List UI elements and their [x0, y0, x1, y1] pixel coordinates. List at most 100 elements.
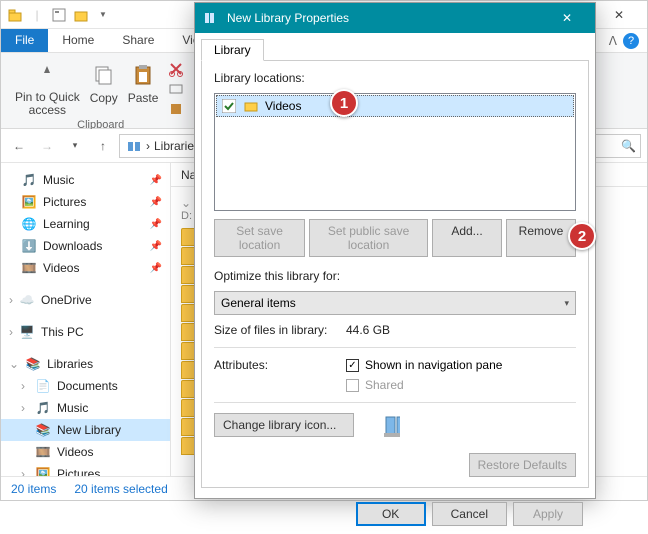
nav-item-pictures[interactable]: 🖼️Pictures📌 — [1, 191, 170, 213]
tab-home[interactable]: Home — [48, 29, 108, 52]
chevron-down-icon: ▾ — [564, 298, 569, 309]
checkbox-checked-icon: ✓ — [346, 359, 359, 372]
ribbon-collapse-icon[interactable]: ᐱ — [609, 34, 617, 48]
attributes-label: Attributes: — [214, 358, 334, 372]
cut-icon[interactable] — [168, 61, 186, 79]
nav-item-documents[interactable]: ›📄Documents — [1, 375, 170, 397]
nav-item-videos-lib[interactable]: 🎞️Videos — [1, 441, 170, 463]
pin-to-quick-access-button[interactable]: Pin to Quickaccess — [15, 61, 80, 117]
paste-icon — [129, 61, 157, 89]
dialog-tabs: Library — [195, 33, 595, 61]
pin-icon: 📌 — [150, 263, 162, 274]
change-library-icon-button[interactable]: Change library icon... — [214, 413, 354, 437]
nav-item-downloads[interactable]: ⬇️Downloads📌 — [1, 235, 170, 257]
location-name: Videos — [265, 99, 301, 113]
nav-item-videos[interactable]: 🎞️Videos📌 — [1, 257, 170, 279]
documents-icon: 📄 — [35, 378, 51, 394]
help-icon[interactable]: ? — [623, 33, 639, 49]
app-icon — [7, 7, 23, 23]
optimize-value: General items — [221, 296, 296, 310]
chevron-down-icon: ⌄ — [9, 357, 19, 371]
qat-newfolder-icon[interactable] — [73, 7, 89, 23]
qat-properties-icon[interactable] — [51, 7, 67, 23]
dialog-title-bar[interactable]: New Library Properties ✕ — [195, 3, 595, 33]
chevron-right-icon: › — [9, 325, 13, 339]
dialog-close-button[interactable]: ✕ — [547, 3, 587, 33]
libraries-icon — [126, 138, 142, 154]
downloads-icon: ⬇️ — [21, 238, 37, 254]
annotation-badge-2: 2 — [568, 222, 596, 250]
library-icon — [203, 10, 219, 26]
locations-label: Library locations: — [214, 71, 576, 85]
music-icon: 🎵 — [35, 400, 51, 416]
nav-item-new-library[interactable]: 📚New Library — [1, 419, 170, 441]
qat-separator: | — [29, 7, 45, 23]
nav-item-onedrive[interactable]: ›☁️OneDrive — [1, 289, 170, 311]
paste-shortcut-icon[interactable] — [168, 101, 186, 119]
tab-file[interactable]: File — [1, 29, 48, 52]
optimize-select[interactable]: General items ▾ — [214, 291, 576, 315]
copy-button[interactable]: Copy — [90, 61, 118, 105]
apply-button[interactable]: Apply — [513, 502, 583, 526]
libraries-icon: 📚 — [25, 356, 41, 372]
nav-item-libraries[interactable]: ⌄📚Libraries — [1, 353, 170, 375]
shown-in-nav-checkbox[interactable]: ✓Shown in navigation pane — [346, 358, 502, 372]
shared-checkbox[interactable]: Shared — [346, 378, 502, 392]
nav-item-music[interactable]: 🎵Music📌 — [1, 169, 170, 191]
nav-back-button[interactable]: ← — [7, 134, 31, 158]
pin-icon: 📌 — [150, 219, 162, 230]
search-box[interactable]: 🔍 — [591, 134, 641, 158]
nav-up-button[interactable]: ↑ — [91, 134, 115, 158]
check-icon — [221, 98, 237, 114]
navigation-pane: 🎵Music📌 🖼️Pictures📌 🌐Learning📌 ⬇️Downloa… — [1, 163, 171, 476]
restore-defaults-button[interactable]: Restore Defaults — [469, 453, 576, 477]
nav-recent-button[interactable]: ▾ — [63, 134, 87, 158]
folder-icon: 🌐 — [21, 216, 37, 232]
music-icon: 🎵 — [21, 172, 37, 188]
library-locations-list[interactable]: Videos — [214, 93, 576, 211]
location-buttons: Set save location Set public save locati… — [214, 219, 576, 257]
pin-icon: 📌 — [150, 241, 162, 252]
copy-path-icon[interactable] — [168, 81, 186, 99]
tab-share[interactable]: Share — [108, 29, 168, 52]
pc-icon: 🖥️ — [19, 324, 35, 340]
close-button[interactable]: ✕ — [597, 1, 641, 29]
ok-button[interactable]: OK — [356, 502, 426, 526]
cancel-button[interactable]: Cancel — [432, 502, 507, 526]
chevron-down-icon[interactable]: ⌄ — [181, 196, 191, 210]
clipboard-small-buttons — [168, 61, 186, 119]
library-icon: 📚 — [35, 422, 51, 438]
videos-icon: 🎞️ — [21, 260, 37, 276]
paste-button[interactable]: Paste — [128, 61, 159, 105]
set-save-location-button[interactable]: Set save location — [214, 219, 305, 257]
nav-item-pictures-lib[interactable]: ›🖼️Pictures — [1, 463, 170, 476]
chevron-right-icon: › — [21, 467, 29, 476]
dialog-page: Library locations: Videos Set save locat… — [201, 60, 589, 488]
videos-icon: 🎞️ — [35, 444, 51, 460]
nav-forward-button[interactable]: → — [35, 134, 59, 158]
set-public-save-location-button[interactable]: Set public save location — [309, 219, 428, 257]
copy-icon — [90, 61, 118, 89]
nav-item-thispc[interactable]: ›🖥️This PC — [1, 321, 170, 343]
size-value: 44.6 GB — [346, 323, 390, 337]
folder-icon — [243, 98, 259, 114]
annotation-badge-1: 1 — [330, 89, 358, 117]
nav-item-music-lib[interactable]: ›🎵Music — [1, 397, 170, 419]
location-item[interactable]: Videos — [216, 95, 574, 117]
optimize-label: Optimize this library for: — [214, 269, 576, 283]
pin-icon: 📌 — [150, 197, 162, 208]
nav-item-learning[interactable]: 🌐Learning📌 — [1, 213, 170, 235]
status-selected-count: 20 items selected — [74, 482, 167, 496]
add-button[interactable]: Add... — [432, 219, 502, 257]
checkbox-unchecked-icon — [346, 379, 359, 392]
tab-library[interactable]: Library — [201, 39, 264, 61]
pin-icon — [33, 61, 61, 89]
library-large-icon — [384, 417, 400, 433]
status-item-count: 20 items — [11, 482, 56, 496]
qat-dropdown-icon[interactable]: ▼ — [95, 7, 111, 23]
search-icon: 🔍 — [621, 139, 636, 153]
chevron-right-icon: › — [21, 401, 29, 415]
pictures-icon: 🖼️ — [21, 194, 37, 210]
remove-button[interactable]: Remove — [506, 219, 576, 257]
dialog-footer: OK Cancel Apply — [195, 494, 595, 534]
